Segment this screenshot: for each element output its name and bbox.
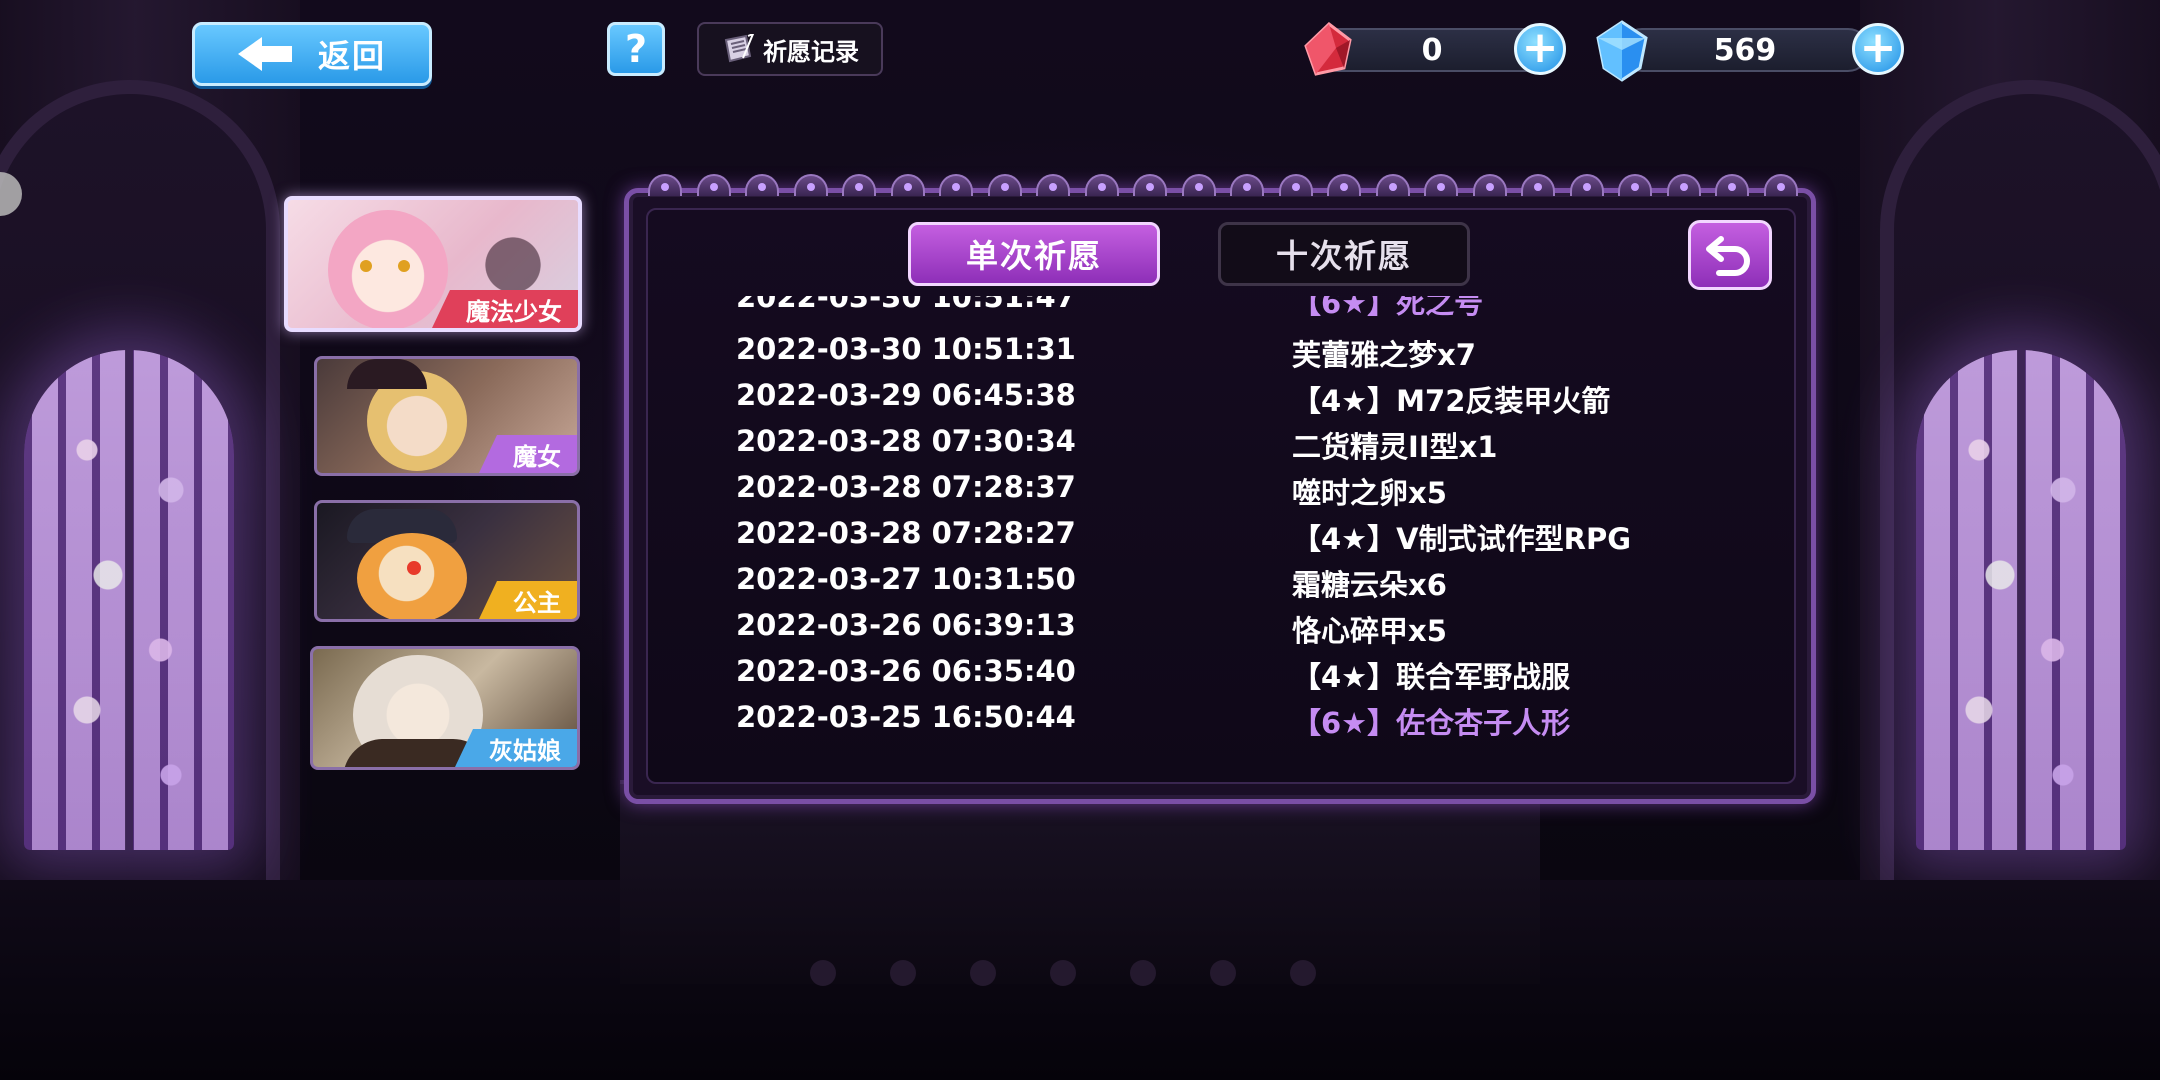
return-arrow-icon	[1706, 236, 1750, 276]
crest-ornament	[1569, 174, 1604, 196]
crest-ornament	[842, 174, 877, 196]
red-crystal-value: 0	[1421, 32, 1443, 68]
crest-ornament	[1375, 174, 1410, 196]
crest-ornament	[1133, 174, 1168, 196]
record-item: 噬时之卵x5	[1292, 476, 1447, 510]
record-item: 【6★】佐仓杏子人形	[1292, 706, 1571, 740]
crest-ornament	[1521, 174, 1556, 196]
crest-ornament	[1084, 174, 1119, 196]
record-row: 2022-03-26 06:35:40 【4★】联合军野战服	[646, 654, 1796, 700]
altar-stud	[1290, 960, 1316, 986]
crest-ornament	[648, 174, 682, 196]
diamond-counter: 569	[1620, 28, 1870, 72]
blue-diamond-icon	[1596, 20, 1648, 82]
crest-ornament	[939, 174, 974, 196]
record-row: 2022-03-28 07:28:37 噬时之卵x5	[646, 470, 1796, 516]
banner-magical-girl[interactable]: 魔法少女	[284, 196, 582, 332]
altar	[620, 780, 1540, 984]
record-item: 恪心碎甲x5	[1292, 614, 1447, 648]
crest-ornament	[987, 174, 1022, 196]
crest-ornament	[696, 174, 731, 196]
scroll-icon	[724, 34, 755, 63]
crest-ornament	[1763, 174, 1798, 196]
record-date: 2022-03-28 07:28:37	[736, 470, 1076, 504]
diamond-value: 569	[1713, 32, 1777, 68]
altar-stud	[890, 960, 916, 986]
crest-ornament	[1472, 174, 1507, 196]
gacha-history-screen: 返回 ? 祈愿记录 0 + 569 + 魔法少女 魔女 公主 灰姑娘 单次祈愿 …	[0, 0, 2160, 1080]
altar-stud	[1130, 960, 1156, 986]
record-row: 2022-03-28 07:28:27 【4★】V制式试作型RPG	[646, 516, 1796, 562]
back-button-label: 返回	[317, 37, 386, 75]
record-row: 2022-03-29 06:45:38 【4★】M72反装甲火箭	[646, 378, 1796, 424]
record-date: 2022-03-27 10:31:50	[736, 562, 1076, 596]
red-crystal-icon	[1304, 22, 1352, 76]
tab-ten-wish[interactable]: 十次祈愿	[1218, 222, 1470, 286]
window-mullion	[2017, 350, 2025, 850]
banner-tag-magical-girl: 魔法少女	[432, 290, 578, 328]
wish-record-list[interactable]: 2022-03-30 10:51:47 【6★】死之号 2022-03-30 1…	[646, 296, 1796, 756]
altar-stud	[1210, 960, 1236, 986]
record-date: 2022-03-25 16:50:44	[736, 700, 1076, 734]
record-row: 2022-03-26 06:39:13 恪心碎甲x5	[646, 608, 1796, 654]
record-item: 【4★】联合军野战服	[1292, 660, 1571, 694]
record-row: 2022-03-30 10:51:47 【6★】死之号	[646, 296, 1796, 326]
record-date: 2022-03-28 07:30:34	[736, 424, 1076, 458]
altar-stud	[810, 960, 836, 986]
altar-stud	[1050, 960, 1076, 986]
record-row: 2022-03-28 07:30:34 二货精灵II型x1	[646, 424, 1796, 470]
window-mullion	[125, 350, 133, 850]
add-red-crystal-button[interactable]: +	[1514, 23, 1566, 75]
back-button[interactable]: 返回	[192, 22, 432, 86]
altar-stud	[970, 960, 996, 986]
panel-crest	[648, 166, 1798, 196]
return-button[interactable]	[1688, 220, 1772, 290]
record-row: 2022-03-27 10:31:50 霜糖云朵x6	[646, 562, 1796, 608]
tab-single-wish[interactable]: 单次祈愿	[908, 222, 1160, 286]
crest-ornament	[1036, 174, 1071, 196]
record-item: 【6★】死之号	[1292, 296, 1484, 320]
add-diamond-button[interactable]: +	[1852, 23, 1904, 75]
record-item: 【4★】V制式试作型RPG	[1292, 522, 1632, 556]
crest-ornament	[890, 174, 925, 196]
record-item: 二货精灵II型x1	[1292, 430, 1498, 464]
banner-witch[interactable]: 魔女	[314, 356, 580, 476]
crest-ornament	[745, 174, 780, 196]
record-item: 芙蕾雅之梦x7	[1292, 338, 1476, 372]
record-date: 2022-03-29 06:45:38	[736, 378, 1076, 412]
crest-ornament	[1230, 174, 1265, 196]
record-row: 2022-03-30 10:51:31 芙蕾雅之梦x7	[646, 332, 1796, 378]
record-item: 【4★】M72反装甲火箭	[1292, 384, 1611, 418]
record-row: 2022-03-25 16:50:44 【6★】佐仓杏子人形	[646, 700, 1796, 746]
banner-tag-cinderella: 灰姑娘	[455, 729, 577, 767]
record-date: 2022-03-26 06:39:13	[736, 608, 1076, 642]
record-date: 2022-03-26 06:35:40	[736, 654, 1076, 688]
wish-record-button[interactable]: 祈愿记录	[697, 22, 883, 76]
wish-record-label: 祈愿记录	[763, 37, 859, 66]
banner-cinderella[interactable]: 灰姑娘	[310, 646, 580, 770]
crest-ornament	[1424, 174, 1459, 196]
crest-ornament	[1715, 174, 1750, 196]
back-arrow-icon	[237, 37, 292, 71]
crest-ornament	[1327, 174, 1362, 196]
help-button[interactable]: ?	[607, 22, 665, 76]
record-date: 2022-03-28 07:28:27	[736, 516, 1076, 550]
record-date: 2022-03-30 10:51:47	[736, 296, 1076, 314]
crest-ornament	[1181, 174, 1216, 196]
crest-ornament	[1666, 174, 1701, 196]
record-date: 2022-03-30 10:51:31	[736, 332, 1076, 366]
crest-ornament	[793, 174, 828, 196]
crest-ornament	[1618, 174, 1653, 196]
record-item: 霜糖云朵x6	[1292, 568, 1447, 602]
crest-ornament	[1278, 174, 1313, 196]
banner-princess[interactable]: 公主	[314, 500, 580, 622]
